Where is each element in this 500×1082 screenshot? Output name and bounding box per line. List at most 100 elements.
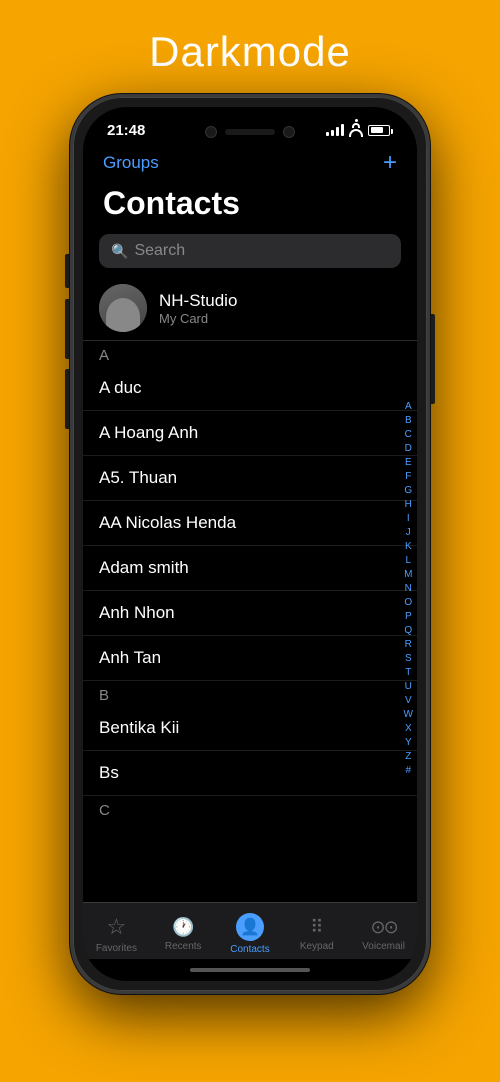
contact-name: A5. Thuan [99, 468, 177, 487]
search-bar[interactable]: 🔍 Search [99, 234, 401, 268]
alpha-t[interactable]: T [403, 666, 413, 680]
alpha-u[interactable]: U [403, 680, 414, 694]
power-button [431, 314, 435, 404]
contact-name: Anh Tan [99, 648, 161, 667]
alpha-c[interactable]: C [403, 428, 414, 442]
my-card-label: My Card [159, 311, 237, 326]
list-item[interactable]: A Hoang Anh [83, 411, 417, 456]
phone-shell: 21:48 [70, 94, 430, 994]
volume-down-button [65, 369, 69, 429]
page-header: Contacts [83, 183, 417, 230]
search-icon: 🔍 [111, 243, 128, 260]
tab-recents[interactable]: 🕐 Recents [150, 917, 217, 952]
list-item[interactable]: Anh Tan [83, 636, 417, 681]
face-id-sensor [283, 126, 295, 138]
tab-favorites[interactable]: ☆ Favorites [83, 914, 150, 954]
volume-silent-button [65, 254, 69, 288]
recents-icon: 🕐 [172, 917, 194, 938]
section-header-c: C [83, 796, 417, 821]
signal-icon [326, 124, 344, 136]
tab-contacts-label: Contacts [230, 944, 269, 955]
alpha-d[interactable]: D [403, 442, 414, 456]
alpha-i[interactable]: I [405, 512, 412, 526]
nav-header: Groups + [83, 147, 417, 183]
list-item[interactable]: Anh Nhon [83, 591, 417, 636]
alpha-hash[interactable]: # [403, 764, 413, 778]
avatar [99, 284, 147, 332]
alpha-k[interactable]: K [403, 540, 414, 554]
list-item[interactable]: A5. Thuan [83, 456, 417, 501]
status-icons [326, 121, 393, 139]
contact-name: Anh Nhon [99, 603, 175, 622]
list-item[interactable]: Bentika Kii [83, 706, 417, 751]
screen: 21:48 [83, 107, 417, 981]
contact-name: Adam smith [99, 558, 189, 577]
contact-name: A duc [99, 378, 142, 397]
phone-frame: 21:48 [70, 94, 430, 994]
alpha-r[interactable]: R [403, 638, 414, 652]
groups-button[interactable]: Groups [103, 153, 159, 173]
contacts-heading: Contacts [103, 185, 397, 222]
alpha-f[interactable]: F [403, 470, 413, 484]
favorites-icon: ☆ [107, 914, 127, 940]
keypad-icon: ⠿ [310, 917, 323, 938]
alpha-g[interactable]: G [402, 484, 414, 498]
alpha-p[interactable]: P [403, 610, 414, 624]
tab-favorites-label: Favorites [96, 943, 137, 954]
alpha-o[interactable]: O [402, 596, 414, 610]
voicemail-icon: ⊙⊙ [371, 917, 397, 938]
home-indicator [83, 959, 417, 981]
tab-bar: ☆ Favorites 🕐 Recents 👤 Contacts ⠿ Keypa… [83, 902, 417, 959]
volume-up-button [65, 299, 69, 359]
my-card[interactable]: NH-Studio My Card [83, 276, 417, 341]
contact-name: A Hoang Anh [99, 423, 198, 442]
contact-name: Bs [99, 763, 119, 782]
contact-list: NH-Studio My Card A A duc A Hoang Anh A5… [83, 276, 417, 902]
alpha-x[interactable]: X [403, 722, 414, 736]
tab-voicemail-label: Voicemail [362, 941, 405, 952]
contacts-active-icon: 👤 [236, 913, 264, 941]
alpha-n[interactable]: N [403, 582, 414, 596]
tab-keypad[interactable]: ⠿ Keypad [283, 917, 350, 952]
my-card-info: NH-Studio My Card [159, 291, 237, 326]
speaker [225, 129, 275, 135]
tab-contacts[interactable]: 👤 Contacts [217, 913, 284, 955]
alpha-y[interactable]: Y [403, 736, 414, 750]
avatar-image [99, 284, 147, 332]
section-header-b: B [83, 681, 417, 706]
add-contact-button[interactable]: + [383, 149, 397, 177]
list-item[interactable]: Adam smith [83, 546, 417, 591]
alpha-z[interactable]: Z [403, 750, 413, 764]
alpha-w[interactable]: W [402, 708, 415, 722]
tab-voicemail[interactable]: ⊙⊙ Voicemail [350, 917, 417, 952]
wifi-icon [349, 119, 363, 137]
alphabet-index[interactable]: A B C D E F G H I J K L M N O P Q [402, 276, 415, 902]
alpha-v[interactable]: V [403, 694, 414, 708]
notch [185, 117, 315, 147]
list-item[interactable]: Bs [83, 751, 417, 796]
contact-name: Bentika Kii [99, 718, 179, 737]
list-item[interactable]: AA Nicolas Henda [83, 501, 417, 546]
alpha-h[interactable]: H [403, 498, 414, 512]
alpha-b[interactable]: B [403, 414, 414, 428]
alpha-l[interactable]: L [403, 554, 413, 568]
search-input[interactable]: Search [134, 242, 185, 260]
battery-icon [368, 125, 393, 136]
tab-keypad-label: Keypad [300, 941, 334, 952]
status-time: 21:48 [107, 122, 145, 139]
contacts-icon: 👤 [240, 917, 260, 937]
alpha-j[interactable]: J [404, 526, 413, 540]
list-item[interactable]: A duc [83, 366, 417, 411]
contact-list-inner: NH-Studio My Card A A duc A Hoang Anh A5… [83, 276, 417, 821]
alpha-s[interactable]: S [403, 652, 414, 666]
tab-recents-label: Recents [165, 941, 202, 952]
my-card-name: NH-Studio [159, 291, 237, 311]
alpha-e[interactable]: E [403, 456, 414, 470]
alpha-a[interactable]: A [403, 400, 414, 414]
section-header-a: A [83, 341, 417, 366]
page-title-label: Darkmode [149, 28, 351, 76]
contact-name: AA Nicolas Henda [99, 513, 236, 532]
alpha-m[interactable]: M [402, 568, 414, 582]
alpha-q[interactable]: Q [402, 624, 414, 638]
camera [205, 126, 217, 138]
